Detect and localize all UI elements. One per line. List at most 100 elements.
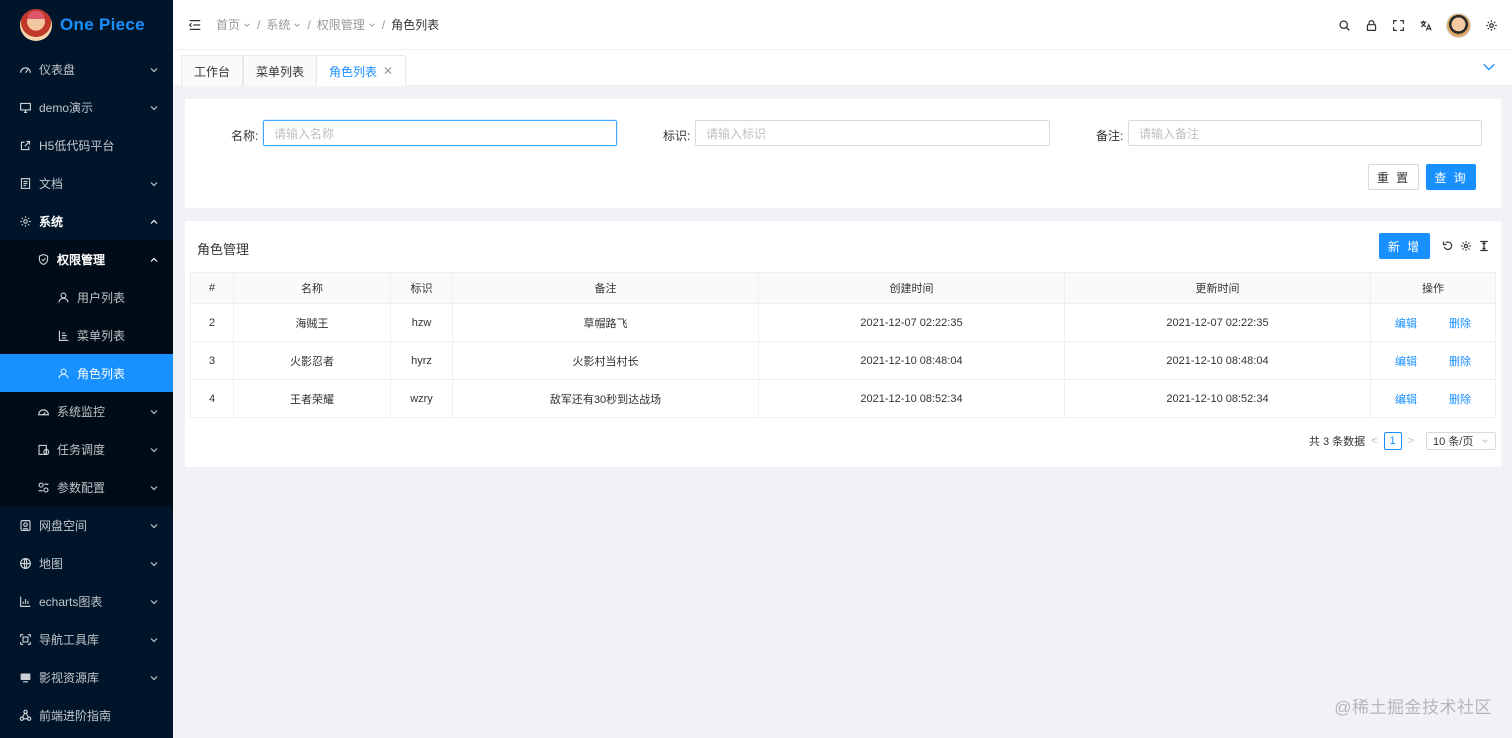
chevron-down-icon xyxy=(149,64,159,74)
gear-icon[interactable] xyxy=(1485,19,1498,32)
delete-link[interactable]: 删除 xyxy=(1449,353,1471,369)
sidebar-item-map[interactable]: 地图 xyxy=(0,544,173,582)
sidebar-item-user-list[interactable]: 用户列表 xyxy=(0,278,173,316)
sidebar-item-system[interactable]: 系统 xyxy=(0,202,173,240)
logo-icon xyxy=(20,9,52,41)
cell-code: wzry xyxy=(390,379,453,418)
breadcrumb-item-system[interactable]: 系统 xyxy=(266,16,301,33)
sidebar-item-echarts[interactable]: echarts图表 xyxy=(0,582,173,620)
external-link-icon xyxy=(18,138,32,152)
edit-link[interactable]: 编辑 xyxy=(1395,353,1417,369)
next-page-icon[interactable]: > xyxy=(1408,435,1414,447)
prev-page-icon[interactable]: < xyxy=(1371,435,1377,447)
refresh-icon[interactable] xyxy=(1442,240,1454,252)
cell-updated: 2021-12-07 02:22:35 xyxy=(1064,303,1371,342)
reset-button[interactable]: 重 置 xyxy=(1368,164,1419,190)
sidebar-item-dashboard[interactable]: 仪表盘 xyxy=(0,50,173,88)
sidebar-item-video[interactable]: 影视资源库 xyxy=(0,658,173,696)
column-height-icon[interactable] xyxy=(1478,240,1490,252)
translate-icon[interactable] xyxy=(1419,19,1432,32)
table-row: 3 火影忍者 hyrz 火影村当村长 2021-12-10 08:48:04 2… xyxy=(190,341,1496,380)
sidebar-item-cloud-disk[interactable]: 网盘空间 xyxy=(0,506,173,544)
name-label: 名称: xyxy=(231,129,259,143)
avatar[interactable] xyxy=(1446,12,1471,38)
sidebar-item-frontend-guide[interactable]: 前端进阶指南 xyxy=(0,696,173,734)
pagination-total: 共 3 条数据 xyxy=(1308,436,1366,448)
sidebar-item-demo[interactable]: demo演示 xyxy=(0,88,173,126)
cell-code: hzw xyxy=(390,303,453,342)
chevron-down-icon[interactable] xyxy=(1482,60,1496,74)
search-icon[interactable] xyxy=(1338,19,1351,32)
sidebar-item-label: 地图 xyxy=(39,556,64,571)
header: 首页 / 系统 / 权限管理 / 角色列表 xyxy=(173,0,1512,50)
role-table: # 名称 标识 备注 创建时间 更新时间 操作 2 海贼王 hzw 草帽路飞 2… xyxy=(190,272,1496,418)
code-input[interactable]: 请输入标识 xyxy=(695,120,1050,146)
sidebar-item-label: 文档 xyxy=(39,176,64,191)
sidebar-item-role-list[interactable]: 角色列表 xyxy=(0,354,173,392)
sidebar-item-permission[interactable]: 权限管理 xyxy=(0,240,173,278)
page-size-select[interactable]: 10 条/页 xyxy=(1426,432,1496,450)
sidebar-item-label: 前端进阶指南 xyxy=(39,708,112,723)
sidebar-item-config[interactable]: 参数配置 xyxy=(0,468,173,506)
gear-icon xyxy=(18,214,32,228)
remark-input[interactable]: 请输入备注 xyxy=(1128,120,1482,146)
logo[interactable]: One Piece xyxy=(0,0,173,50)
sidebar-item-docs[interactable]: 文档 xyxy=(0,164,173,202)
close-icon[interactable]: ✕ xyxy=(383,64,393,78)
tab-menu-list[interactable]: 菜单列表 xyxy=(243,55,318,86)
breadcrumb-item-home[interactable]: 首页 xyxy=(216,16,251,33)
cell-updated: 2021-12-10 08:52:34 xyxy=(1064,379,1371,418)
menu-fold-icon[interactable] xyxy=(188,18,202,32)
cell-id: 3 xyxy=(190,341,234,380)
sidebar-item-h5[interactable]: H5低代码平台 xyxy=(0,126,173,164)
monitor-icon xyxy=(36,404,50,418)
cell-remark: 敌军还有30秒到达战场 xyxy=(452,379,759,418)
desktop-icon xyxy=(18,100,32,114)
cell-remark: 草帽路飞 xyxy=(452,303,759,342)
globe-icon xyxy=(18,556,32,570)
chevron-down-icon xyxy=(149,406,159,416)
edit-link[interactable]: 编辑 xyxy=(1395,391,1417,407)
chevron-down-icon xyxy=(149,482,159,492)
sidebar-item-schedule[interactable]: 任务调度 xyxy=(0,430,173,468)
table-header-row: # 名称 标识 备注 创建时间 更新时间 操作 xyxy=(190,272,1496,304)
remark-label: 备注: xyxy=(1096,129,1124,143)
column-header: # xyxy=(190,272,234,304)
column-header: 标识 xyxy=(390,272,453,304)
sidebar: One Piece 仪表盘 demo演示 H5低代码平台 文档 系统 权限管理 … xyxy=(0,0,173,738)
sidebar-item-menu-list[interactable]: 菜单列表 xyxy=(0,316,173,354)
chevron-up-icon xyxy=(149,216,159,226)
add-button[interactable]: 新 增 xyxy=(1379,233,1430,259)
breadcrumb-item-permission[interactable]: 权限管理 xyxy=(317,16,376,33)
chevron-down-icon xyxy=(149,596,159,606)
tab-workbench[interactable]: 工作台 xyxy=(181,55,244,86)
chevron-up-icon xyxy=(149,254,159,264)
table-title: 角色管理 xyxy=(197,242,250,257)
tab-role-list[interactable]: 角色列表 ✕ xyxy=(316,55,407,86)
settings-icon[interactable] xyxy=(1460,240,1472,252)
page-number[interactable]: 1 xyxy=(1383,432,1402,450)
delete-link[interactable]: 删除 xyxy=(1449,315,1471,331)
lock-icon[interactable] xyxy=(1365,19,1378,32)
name-input[interactable]: 请输入名称 xyxy=(263,120,617,146)
schedule-icon xyxy=(36,442,50,456)
query-button[interactable]: 查 询 xyxy=(1426,164,1476,190)
document-icon xyxy=(18,176,32,190)
sidebar-item-label: 角色列表 xyxy=(77,366,126,381)
sidebar-item-nav-tools[interactable]: 导航工具库 xyxy=(0,620,173,658)
sidebar-item-label: 参数配置 xyxy=(57,480,106,495)
sidebar-item-label: 权限管理 xyxy=(57,252,106,267)
cell-updated: 2021-12-10 08:48:04 xyxy=(1064,341,1371,380)
delete-link[interactable]: 删除 xyxy=(1449,391,1471,407)
fullscreen-icon[interactable] xyxy=(1392,19,1405,32)
cell-remark: 火影村当村长 xyxy=(452,341,759,380)
sidebar-item-label: H5低代码平台 xyxy=(39,138,115,153)
sidebar-item-monitor[interactable]: 系统监控 xyxy=(0,392,173,430)
pagination: 共 3 条数据 < 1 > 10 条/页 xyxy=(1309,431,1496,451)
search-form: 名称: 请输入名称 标识: 请输入标识 备注: 请输入备注 重 置 查 询 xyxy=(185,99,1501,208)
chevron-down-icon xyxy=(149,672,159,682)
sidebar-item-label: demo演示 xyxy=(39,100,94,115)
chevron-down-icon xyxy=(149,102,159,112)
cell-actions: 编辑 删除 xyxy=(1370,379,1496,418)
edit-link[interactable]: 编辑 xyxy=(1395,315,1417,331)
